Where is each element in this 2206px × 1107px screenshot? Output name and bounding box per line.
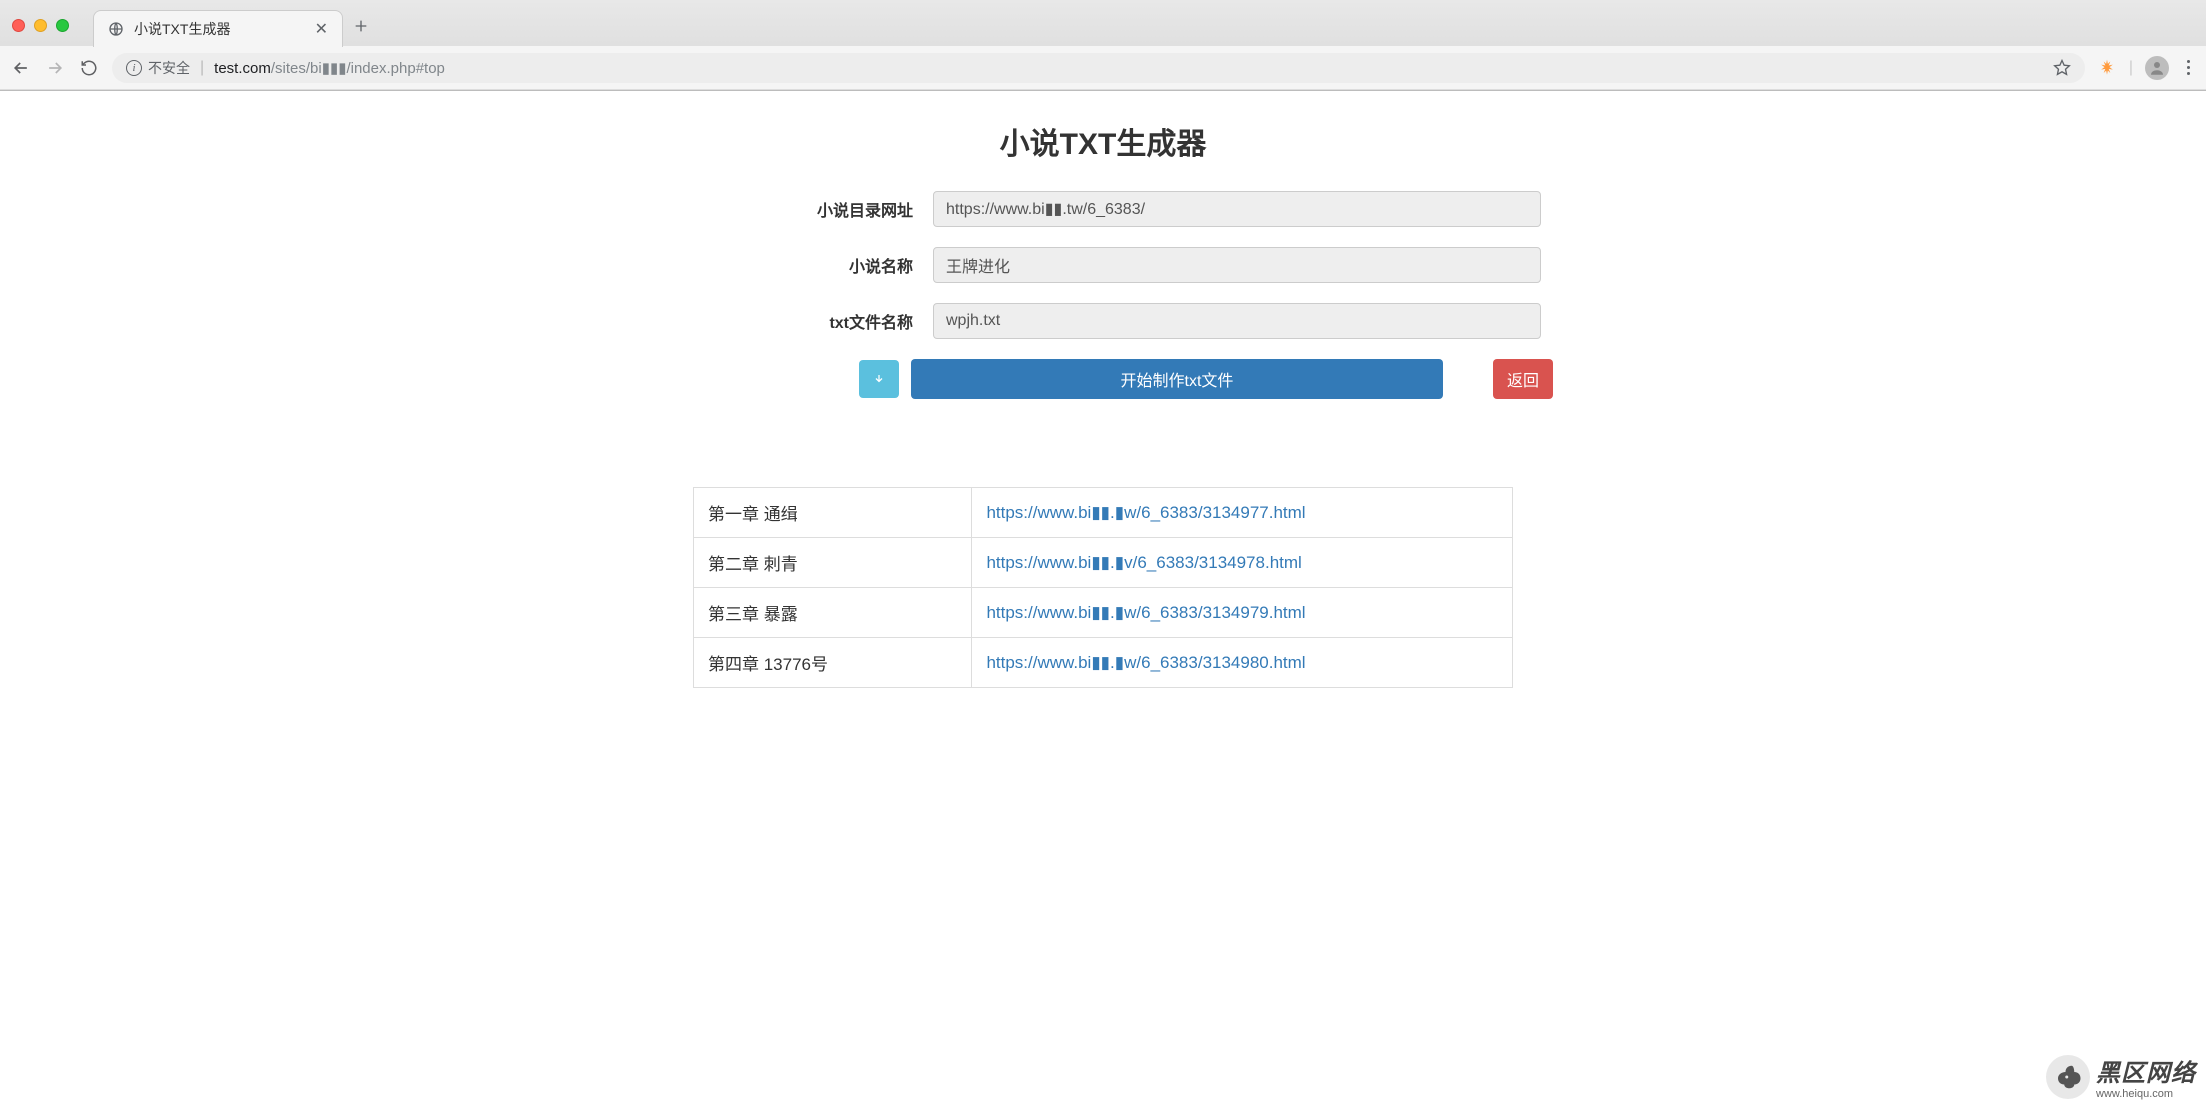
omnibox[interactable]: i 不安全 | test.com/sites/bi▮▮▮/index.php#t… bbox=[112, 53, 2085, 83]
table-row: 第三章 暴露 https://www.bi▮▮.▮w/6_6383/3134979… bbox=[694, 588, 1513, 638]
url-label: 小说目录网址 bbox=[653, 197, 933, 221]
viewport[interactable]: 小说TXT生成器 小说目录网址 小说名称 txt文件名称 开始制作txt文件 返… bbox=[0, 91, 2206, 1107]
table-row: 第二章 刺青 https://www.bi▮▮.▮v/6_6383/3134978… bbox=[694, 538, 1513, 588]
close-tab-icon[interactable]: ✕ bbox=[315, 19, 328, 39]
browser-tab[interactable]: 小说TXT生成器 ✕ bbox=[93, 10, 343, 47]
site-info[interactable]: i 不安全 bbox=[126, 58, 190, 78]
close-window-button[interactable] bbox=[12, 19, 25, 32]
browser-menu-button[interactable] bbox=[2181, 60, 2196, 75]
chapter-link[interactable]: https://www.bi▮▮.▮w/6_6383/3134977.html bbox=[986, 503, 1305, 522]
novel-name-input[interactable] bbox=[933, 247, 1541, 283]
watermark-logo-icon bbox=[2046, 1055, 2090, 1099]
novel-url-input[interactable] bbox=[933, 191, 1541, 227]
form-row-name: 小说名称 bbox=[653, 247, 1553, 283]
bookmark-star-icon[interactable] bbox=[2053, 59, 2071, 77]
table-row: 第四章 13776号 https://www.bi▮▮.▮w/6_6383/313… bbox=[694, 638, 1513, 688]
window-controls bbox=[12, 19, 69, 32]
chapter-title-cell: 第一章 通缉 bbox=[694, 488, 972, 538]
back-button[interactable]: 返回 bbox=[1493, 359, 1553, 399]
chapter-link-cell: https://www.bi▮▮.▮w/6_6383/3134979.html bbox=[972, 588, 1513, 638]
forward-button[interactable] bbox=[44, 57, 66, 79]
txt-label: txt文件名称 bbox=[653, 309, 933, 333]
chapter-title-cell: 第二章 刺青 bbox=[694, 538, 972, 588]
chapter-link[interactable]: https://www.bi▮▮.▮w/6_6383/3134980.html bbox=[986, 653, 1305, 672]
chapter-link[interactable]: https://www.bi▮▮.▮v/6_6383/3134978.html bbox=[986, 553, 1301, 572]
reload-button[interactable] bbox=[78, 57, 100, 79]
tab-title: 小说TXT生成器 bbox=[134, 19, 305, 39]
name-label: 小说名称 bbox=[653, 253, 933, 277]
chapter-link-cell: https://www.bi▮▮.▮w/6_6383/3134977.html bbox=[972, 488, 1513, 538]
chapter-link-cell: https://www.bi▮▮.▮w/6_6383/3134980.html bbox=[972, 638, 1513, 688]
maximize-window-button[interactable] bbox=[56, 19, 69, 32]
toolbar-separator: | bbox=[2129, 59, 2133, 77]
download-arrow-icon bbox=[873, 370, 885, 388]
new-tab-button[interactable] bbox=[353, 18, 369, 34]
omnibox-separator: | bbox=[200, 59, 204, 77]
table-row: 第一章 通缉 https://www.bi▮▮.▮w/6_6383/3134977… bbox=[694, 488, 1513, 538]
chapter-title-cell: 第三章 暴露 bbox=[694, 588, 972, 638]
start-build-button[interactable]: 开始制作txt文件 bbox=[911, 359, 1443, 399]
extension-icon[interactable] bbox=[2097, 58, 2117, 78]
form-row-txt: txt文件名称 bbox=[653, 303, 1553, 339]
chapter-link[interactable]: https://www.bi▮▮.▮w/6_6383/3134979.html bbox=[986, 603, 1305, 622]
txt-filename-input[interactable] bbox=[933, 303, 1541, 339]
button-row: 开始制作txt文件 返回 bbox=[653, 359, 1553, 399]
chapter-title-cell: 第四章 13776号 bbox=[694, 638, 972, 688]
globe-icon bbox=[108, 21, 124, 37]
watermark: 黑区网络 www.heiqu.com bbox=[2046, 1053, 2196, 1100]
page-title: 小说TXT生成器 bbox=[653, 119, 1553, 163]
watermark-text-en: www.heiqu.com bbox=[2096, 1088, 2196, 1100]
watermark-text-cn: 黑区网络 bbox=[2096, 1053, 2196, 1088]
tab-bar: 小说TXT生成器 ✕ bbox=[0, 0, 2206, 46]
address-bar: i 不安全 | test.com/sites/bi▮▮▮/index.php#t… bbox=[0, 46, 2206, 90]
form-row-url: 小说目录网址 bbox=[653, 191, 1553, 227]
chapter-link-cell: https://www.bi▮▮.▮v/6_6383/3134978.html bbox=[972, 538, 1513, 588]
url-text: test.com/sites/bi▮▮▮/index.php#top bbox=[214, 59, 445, 77]
minimize-window-button[interactable] bbox=[34, 19, 47, 32]
back-button[interactable] bbox=[10, 57, 32, 79]
chapter-table: 第一章 通缉 https://www.bi▮▮.▮w/6_6383/3134977… bbox=[693, 487, 1513, 688]
browser-chrome: 小说TXT生成器 ✕ i 不安全 | test.com/sites/bi▮▮▮/… bbox=[0, 0, 2206, 91]
download-button[interactable] bbox=[859, 360, 899, 398]
profile-avatar[interactable] bbox=[2145, 56, 2169, 80]
page-content: 小说TXT生成器 小说目录网址 小说名称 txt文件名称 开始制作txt文件 返… bbox=[653, 91, 1553, 728]
insecure-label: 不安全 bbox=[148, 58, 190, 78]
info-icon: i bbox=[126, 60, 142, 76]
